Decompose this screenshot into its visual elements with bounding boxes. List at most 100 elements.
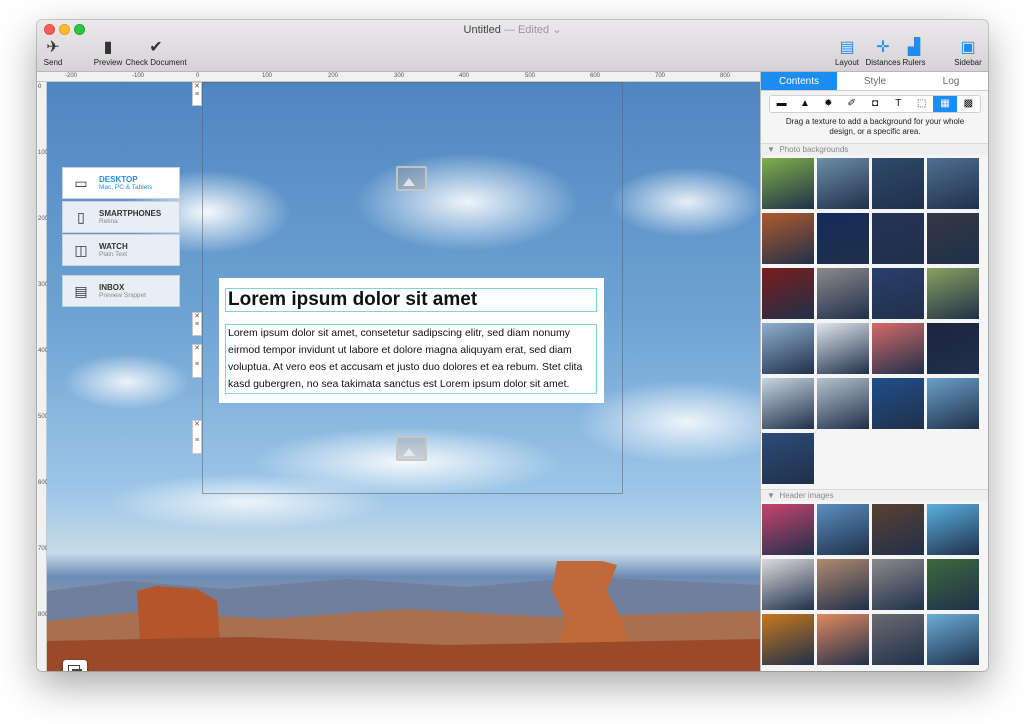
- device-name: SMARTPHONES: [99, 209, 162, 218]
- block-handle[interactable]: ✕ ≡: [192, 420, 202, 454]
- photo-background-thumbnail[interactable]: [927, 213, 979, 264]
- header-image-thumbnail[interactable]: [762, 614, 814, 665]
- layers-toggle-icon[interactable]: [63, 660, 87, 671]
- photo-background-thumbnail[interactable]: [817, 158, 869, 209]
- header-image-thumbnail[interactable]: [872, 559, 924, 610]
- header-image-thumbnail[interactable]: [762, 504, 814, 555]
- header-image-thumbnail[interactable]: [927, 559, 979, 610]
- photo-background-thumbnail[interactable]: [817, 213, 869, 264]
- photo-background-thumbnail[interactable]: [762, 433, 814, 484]
- image-placeholder-icon[interactable]: [396, 166, 427, 191]
- photo-background-thumbnail[interactable]: [927, 323, 979, 374]
- check-document-label: Check Document: [125, 58, 187, 67]
- distances-button[interactable]: ✛ Distances: [863, 38, 903, 67]
- smartphone-icon: ▯: [77, 208, 85, 225]
- rulers-button[interactable]: ▟ Rulers: [901, 38, 927, 67]
- header-image-thumbnail[interactable]: [817, 559, 869, 610]
- disclosure-triangle-icon: ▼: [767, 491, 775, 500]
- ruler-label: 200: [328, 73, 339, 79]
- tab-contents[interactable]: Contents: [761, 72, 837, 90]
- header-image-thumbnail[interactable]: [872, 504, 924, 555]
- check-document-button[interactable]: ✔ Check Document: [125, 38, 187, 67]
- ruler-label: 0: [196, 73, 200, 79]
- header-image-thumbnail[interactable]: [872, 614, 924, 665]
- text-block[interactable]: Lorem ipsum dolor sit amet Lorem ipsum d…: [219, 278, 604, 403]
- header-image-thumbnail[interactable]: [817, 504, 869, 555]
- horizontal-ruler[interactable]: -200 -100 0 100 200 300 400 500 600 700 …: [37, 72, 760, 82]
- tab-style[interactable]: Style: [837, 72, 913, 90]
- photo-background-thumbnail[interactable]: [872, 158, 924, 209]
- vertical-ruler[interactable]: 0 100 200 300 400 500 600 700 800: [37, 82, 48, 671]
- headline-text[interactable]: Lorem ipsum dolor sit amet: [225, 288, 597, 312]
- phone-preview-icon: ▮: [103, 39, 113, 56]
- device-subtitle: Plain Text: [99, 251, 128, 258]
- device-name: INBOX: [99, 283, 125, 292]
- sidebar-button[interactable]: ▣ Sidebar: [953, 38, 983, 67]
- device-smartphones[interactable]: ▯ SMARTPHONES Retina: [62, 201, 180, 233]
- device-name: DESKTOP: [99, 175, 138, 184]
- photo-background-thumbnail[interactable]: [872, 378, 924, 429]
- window-title[interactable]: Untitled — Edited ⌄: [37, 23, 988, 36]
- disclosure-triangle-icon: ▼: [767, 145, 775, 154]
- photo-background-thumbnail[interactable]: [927, 378, 979, 429]
- ruler-label: -200: [65, 73, 78, 79]
- header-image-thumbnail[interactable]: [817, 614, 869, 665]
- photo-backgrounds-header[interactable]: ▼ Photo backgrounds: [761, 143, 988, 155]
- layout-button[interactable]: ▤ Layout: [832, 38, 862, 67]
- selection-icon[interactable]: ⬚: [910, 96, 933, 112]
- image-placeholder-icon[interactable]: [396, 436, 427, 461]
- content-tools: ▬ ▲ ✹ ✐ ◘ T ⬚ ▦ ▩: [769, 95, 981, 113]
- photo-background-thumbnail[interactable]: [762, 268, 814, 319]
- header-images-header[interactable]: ▼ Header images: [761, 489, 988, 501]
- watch-icon: ◫: [74, 241, 88, 258]
- block-icon[interactable]: ▬: [770, 96, 793, 112]
- photo-background-thumbnail[interactable]: [817, 323, 869, 374]
- photo-background-thumbnail[interactable]: [762, 158, 814, 209]
- preview-button[interactable]: ▮ Preview: [93, 38, 123, 67]
- edited-status: Edited: [517, 24, 550, 36]
- layout-icon: ▤: [839, 39, 855, 56]
- ruler-label: 300: [394, 73, 405, 79]
- rulers-label: Rulers: [902, 58, 926, 67]
- triangle-icon[interactable]: ▲: [793, 96, 816, 112]
- ruler-label: 800: [720, 73, 731, 79]
- title-separator: —: [500, 24, 518, 36]
- button-icon[interactable]: ◘: [863, 96, 886, 112]
- photo-background-thumbnail[interactable]: [927, 268, 979, 319]
- photo-background-thumbnail[interactable]: [762, 323, 814, 374]
- device-desktop[interactable]: ▭ DESKTOP Mac, PC & Tablets: [62, 167, 180, 199]
- texture-icon[interactable]: ▦: [933, 96, 957, 112]
- distances-label: Distances: [865, 58, 901, 67]
- eyedropper-icon[interactable]: ✐: [840, 96, 863, 112]
- image-icon[interactable]: ▩: [957, 96, 980, 112]
- block-handle[interactable]: ✕ ≡: [192, 312, 202, 336]
- text-icon[interactable]: T: [887, 96, 910, 112]
- photo-background-thumbnail[interactable]: [872, 213, 924, 264]
- ruler-label: 500: [525, 73, 536, 79]
- header-image-thumbnail[interactable]: [927, 504, 979, 555]
- chevron-down-icon: ⌄: [552, 24, 562, 36]
- photo-background-thumbnail[interactable]: [762, 213, 814, 264]
- photo-background-thumbnail[interactable]: [927, 158, 979, 209]
- photo-background-thumbnail[interactable]: [817, 268, 869, 319]
- sidebar-icon: ▣: [960, 39, 976, 56]
- app-window: Untitled — Edited ⌄ ✈ Send ▮ Preview ✔ C…: [37, 20, 988, 671]
- header-image-thumbnail[interactable]: [927, 614, 979, 665]
- rulers-icon: ▟: [907, 39, 921, 56]
- design-canvas[interactable]: ✕ ≡ ✕ ≡ ✕ ≡ ✕ ≡ Lorem ipsum dolor sit amet L…: [47, 82, 760, 671]
- photo-background-thumbnail[interactable]: [762, 378, 814, 429]
- block-handle[interactable]: ✕ ≡: [192, 82, 202, 106]
- tab-log[interactable]: Log: [913, 72, 988, 90]
- burst-icon[interactable]: ✹: [817, 96, 840, 112]
- photo-background-thumbnail[interactable]: [817, 378, 869, 429]
- device-watch[interactable]: ◫ WATCH Plain Text: [62, 234, 180, 266]
- block-handle[interactable]: ✕ ≡: [192, 344, 202, 378]
- device-inbox[interactable]: ▤ INBOX Preview Snippet: [62, 275, 180, 307]
- section-title: Header images: [779, 491, 834, 500]
- document-name: Untitled: [463, 24, 501, 36]
- header-image-thumbnail[interactable]: [762, 559, 814, 610]
- photo-background-thumbnail[interactable]: [872, 323, 924, 374]
- body-text[interactable]: Lorem ipsum dolor sit amet, consetetur s…: [225, 324, 597, 394]
- send-button[interactable]: ✈ Send: [41, 38, 65, 67]
- photo-background-thumbnail[interactable]: [872, 268, 924, 319]
